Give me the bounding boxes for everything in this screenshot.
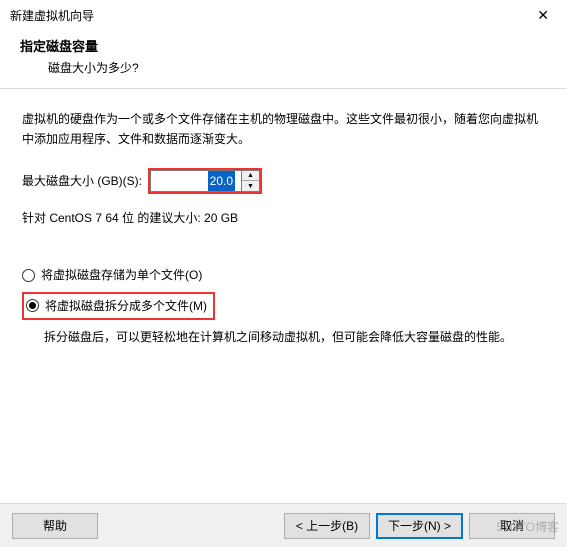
- page-subtitle: 磁盘大小为多少?: [20, 55, 567, 76]
- radio-split-file-label: 将虚拟磁盘拆分成多个文件(M): [45, 296, 207, 316]
- radio-single-file-label: 将虚拟磁盘存储为单个文件(O): [41, 265, 202, 285]
- radio-split-file-row[interactable]: 将虚拟磁盘拆分成多个文件(M): [22, 289, 545, 323]
- disk-size-highlight: 20.0 ▲ ▼: [148, 168, 262, 194]
- radio-split-file[interactable]: [26, 299, 39, 312]
- help-button[interactable]: 帮助: [12, 513, 98, 539]
- window-title: 新建虚拟机向导: [10, 7, 94, 24]
- radio-single-file-row[interactable]: 将虚拟磁盘存储为单个文件(O): [22, 262, 545, 288]
- spin-down-icon[interactable]: ▼: [242, 181, 259, 191]
- next-button[interactable]: 下一步(N) >: [376, 513, 463, 539]
- close-icon[interactable]: ✕: [529, 3, 557, 28]
- page-title: 指定磁盘容量: [20, 36, 567, 55]
- spinner-buttons: ▲ ▼: [242, 170, 260, 192]
- wizard-header: 指定磁盘容量 磁盘大小为多少?: [0, 30, 567, 88]
- disk-size-row: 最大磁盘大小 (GB)(S): 20.0 ▲ ▼: [22, 168, 545, 194]
- cancel-button[interactable]: 取消: [469, 513, 555, 539]
- radio-split-description: 拆分磁盘后，可以更轻松地在计算机之间移动虚拟机，但可能会降低大容量磁盘的性能。: [22, 323, 545, 347]
- disk-size-value: 20.0: [208, 171, 235, 191]
- intro-text: 虚拟机的硬盘作为一个或多个文件存储在主机的物理磁盘中。这些文件最初很小，随着您向…: [22, 109, 545, 150]
- recommended-size-text: 针对 CentOS 7 64 位 的建议大小: 20 GB: [22, 208, 545, 228]
- wizard-content: 虚拟机的硬盘作为一个或多个文件存储在主机的物理磁盘中。这些文件最初很小，随着您向…: [0, 89, 567, 367]
- spin-up-icon[interactable]: ▲: [242, 171, 259, 182]
- disk-size-input[interactable]: 20.0: [150, 170, 242, 192]
- back-button[interactable]: < 上一步(B): [284, 513, 370, 539]
- disk-split-radio-group: 将虚拟磁盘存储为单个文件(O) 将虚拟磁盘拆分成多个文件(M) 拆分磁盘后，可以…: [22, 262, 545, 347]
- disk-size-label: 最大磁盘大小 (GB)(S):: [22, 171, 142, 191]
- wizard-footer: 帮助 < 上一步(B) 下一步(N) > 取消: [0, 503, 567, 547]
- radio-split-highlight: 将虚拟磁盘拆分成多个文件(M): [22, 292, 215, 320]
- titlebar: 新建虚拟机向导 ✕: [0, 0, 567, 30]
- radio-single-file[interactable]: [22, 269, 35, 282]
